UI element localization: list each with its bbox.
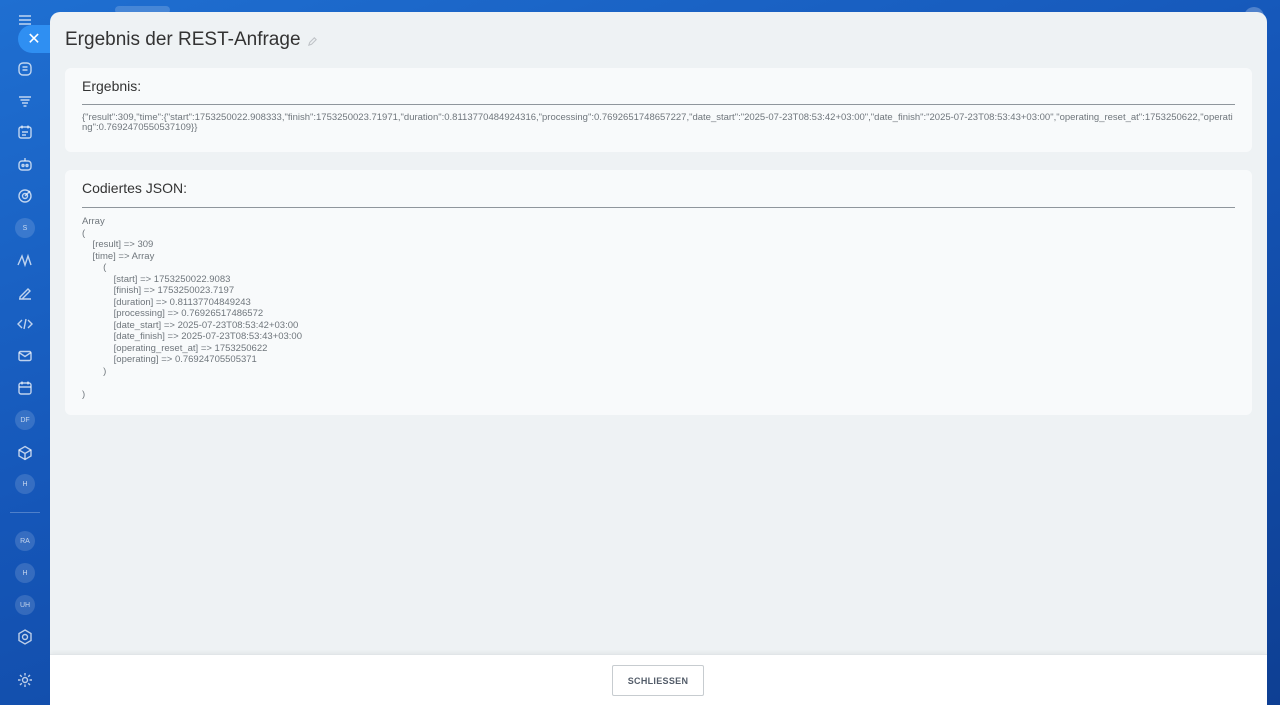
- close-icon: ✕: [27, 31, 41, 48]
- close-button[interactable]: SCHLIESSEN: [612, 665, 704, 696]
- avatar-df[interactable]: DF: [15, 410, 35, 430]
- filter-icon[interactable]: [13, 89, 37, 113]
- footer-bar: SCHLIESSEN: [50, 654, 1267, 705]
- cube-icon[interactable]: [13, 441, 37, 465]
- rest-result-slider: Ergebnis der REST-Anfrage Ergebnis: {"re…: [50, 12, 1267, 705]
- settings-icon[interactable]: [13, 668, 37, 692]
- tasks-icon[interactable]: [13, 120, 37, 144]
- calendar-icon[interactable]: [13, 376, 37, 400]
- result-raw-text: {"result":309,"time":{"start":1753250022…: [82, 112, 1233, 133]
- json-divider: [82, 207, 1235, 208]
- json-card: Codiertes JSON: Array ( [result] => 309 …: [65, 170, 1252, 415]
- avatar-h-2[interactable]: H: [15, 563, 35, 583]
- mail-icon[interactable]: [13, 344, 37, 368]
- page-title-text: Ergebnis der REST-Anfrage: [65, 29, 301, 50]
- result-divider: [82, 104, 1235, 105]
- sites-icon[interactable]: [13, 248, 37, 272]
- avatar-uh[interactable]: UH: [15, 595, 35, 615]
- avatar-s[interactable]: S: [15, 218, 35, 238]
- result-card: Ergebnis: {"result":309,"time":{"start":…: [65, 68, 1252, 152]
- code-icon[interactable]: [13, 312, 37, 336]
- robot-icon[interactable]: [13, 152, 37, 176]
- result-heading: Ergebnis:: [82, 78, 142, 94]
- sidebar-divider: [10, 512, 40, 513]
- pencil-icon[interactable]: [307, 36, 319, 48]
- sign-icon[interactable]: [13, 280, 37, 304]
- json-heading: Codiertes JSON:: [82, 180, 188, 196]
- json-array-dump: Array ( [result] => 309 [time] => Array …: [82, 216, 302, 400]
- page-title: Ergebnis der REST-Anfrage: [65, 29, 319, 51]
- target-icon[interactable]: [13, 184, 37, 208]
- avatar-h[interactable]: H: [15, 474, 35, 494]
- hexagon-icon[interactable]: [13, 625, 37, 649]
- avatar-ra[interactable]: RA: [15, 531, 35, 551]
- left-sidebar: ✕ S DF H RA H UH: [0, 0, 50, 705]
- close-slider-button[interactable]: ✕: [18, 25, 50, 53]
- feed-icon[interactable]: [13, 57, 37, 81]
